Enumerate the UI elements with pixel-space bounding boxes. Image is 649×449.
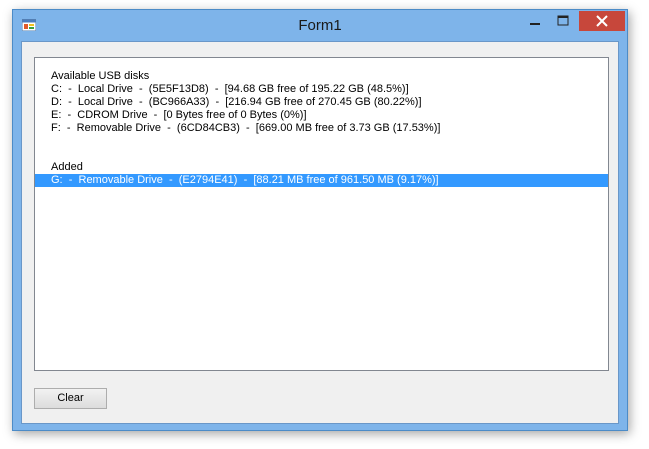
clear-button[interactable]: Clear	[34, 388, 107, 409]
maximize-icon	[557, 15, 569, 26]
list-item[interactable]: E: - CDROM Drive - [0 Bytes free of 0 By…	[35, 109, 608, 122]
minimize-icon	[530, 23, 540, 25]
minimize-button[interactable]	[522, 11, 548, 31]
list-item-blank[interactable]	[35, 135, 608, 148]
usb-disks-listbox[interactable]: Available USB disks C: - Local Drive - (…	[34, 57, 609, 371]
form1-window: Form1 Available USB disks C: - Local Dri…	[12, 9, 628, 431]
list-item[interactable]: D: - Local Drive - (BC966A33) - [216.94 …	[35, 96, 608, 109]
list-item[interactable]: F: - Removable Drive - (6CD84CB3) - [669…	[35, 122, 608, 135]
list-item[interactable]: C: - Local Drive - (5E5F13D8) - [94.68 G…	[35, 83, 608, 96]
list-item-blank[interactable]	[35, 148, 608, 161]
close-icon	[596, 15, 608, 27]
title-bar[interactable]: Form1	[13, 10, 627, 40]
list-item-selected[interactable]: G: - Removable Drive - (E2794E41) - [88.…	[35, 174, 608, 187]
list-header-available[interactable]: Available USB disks	[35, 70, 608, 83]
close-button[interactable]	[579, 11, 625, 31]
client-area: Available USB disks C: - Local Drive - (…	[21, 41, 619, 424]
maximize-button[interactable]	[550, 11, 576, 31]
list-header-added[interactable]: Added	[35, 161, 608, 174]
